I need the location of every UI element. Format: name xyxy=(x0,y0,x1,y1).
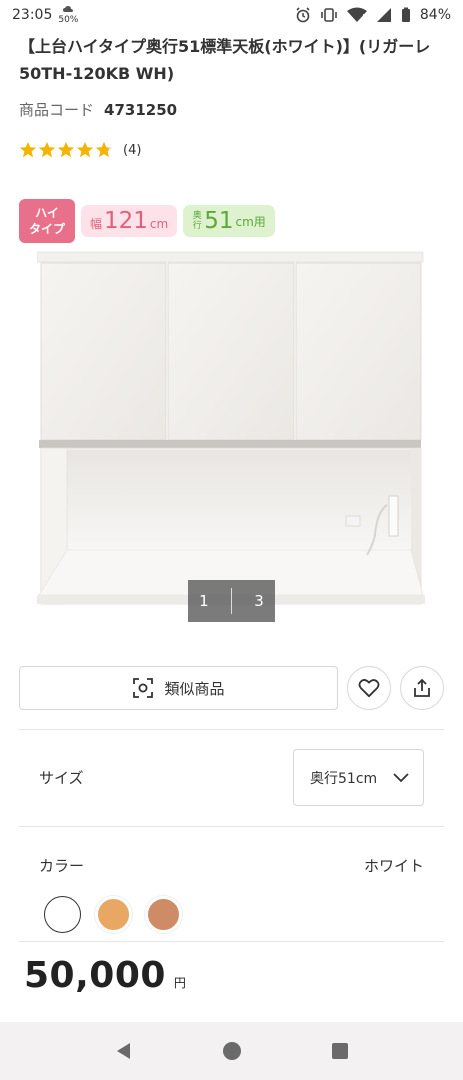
star-half-icon xyxy=(95,141,113,158)
product-code-label: 商品コード xyxy=(19,101,95,119)
divider xyxy=(19,941,444,942)
divider xyxy=(19,826,444,827)
spec-badges: ハイ タイプ 幅 121 cm 奥行 51 cm用 xyxy=(19,199,275,243)
star-icon xyxy=(19,141,37,158)
status-right: 84% xyxy=(295,7,451,23)
color-swatch-natural[interactable] xyxy=(95,896,132,933)
star-icon xyxy=(57,141,75,158)
size-select[interactable]: 奥行51cm xyxy=(293,749,424,806)
color-label: カラー xyxy=(39,857,85,875)
star-icon xyxy=(76,141,94,158)
battery-icon xyxy=(401,7,410,22)
pager-current: 1 xyxy=(199,592,209,610)
depth-badge-value: 51 xyxy=(204,208,234,234)
signal-icon xyxy=(376,8,391,22)
width-badge-value: 121 xyxy=(104,208,148,234)
color-swatch-brown[interactable] xyxy=(145,896,182,933)
badge-type-line1: ハイ xyxy=(35,206,59,220)
pager-total: 3 xyxy=(254,592,264,610)
share-icon xyxy=(414,678,430,697)
status-time: 23:05 xyxy=(12,7,53,23)
color-swatch-white[interactable] xyxy=(44,896,81,933)
cloud-icon xyxy=(63,5,74,12)
back-icon[interactable] xyxy=(114,1041,134,1061)
vibrate-icon xyxy=(321,8,337,22)
product-image[interactable] xyxy=(37,250,425,608)
depth-badge-label: 奥行 xyxy=(192,211,202,231)
product-title: 【上台ハイタイプ奥行51標準天板(ホワイト)】(リガーレ50TH-120KB W… xyxy=(19,37,431,83)
price-value: 50,000 xyxy=(24,955,166,996)
high-type-badge: ハイ タイプ xyxy=(19,199,75,243)
similar-products-label: 類似商品 xyxy=(164,679,225,698)
heart-icon xyxy=(358,679,380,698)
divider xyxy=(19,729,444,730)
price: 50,000 円 xyxy=(24,955,186,996)
badge-type-line2: タイプ xyxy=(28,222,65,236)
status-left: 23:05 50% xyxy=(12,5,79,25)
width-badge-unit: cm xyxy=(149,217,169,231)
status-bar: 23:05 50% 84% xyxy=(0,0,463,30)
depth-badge: 奥行 51 cm用 xyxy=(183,205,275,237)
size-label: サイズ xyxy=(39,769,84,787)
alarm-icon xyxy=(296,7,310,23)
price-currency: 円 xyxy=(173,976,186,990)
width-badge-label: 幅 xyxy=(90,217,103,231)
system-nav-bar xyxy=(0,1022,463,1080)
similar-products-button[interactable]: 類似商品 xyxy=(19,666,338,710)
product-code-value: 4731250 xyxy=(104,101,178,119)
share-button[interactable] xyxy=(400,666,444,710)
star-icon xyxy=(38,141,56,158)
pager-separator xyxy=(230,588,232,614)
image-search-icon xyxy=(133,678,154,698)
battery-saver-label: 50% xyxy=(58,14,79,25)
recents-icon[interactable] xyxy=(331,1042,349,1060)
review-count[interactable]: (4) xyxy=(123,143,141,158)
color-value: ホワイト xyxy=(363,857,424,875)
star-rating xyxy=(19,141,113,159)
favorite-button[interactable] xyxy=(347,666,391,710)
battery-saver-indicator: 50% xyxy=(58,5,79,25)
battery-percent: 84% xyxy=(419,7,451,23)
depth-badge-unit: cm用 xyxy=(235,214,266,229)
size-select-value: 奥行51cm xyxy=(310,770,378,787)
rating-row[interactable]: (4) xyxy=(19,141,141,159)
chevron-down-icon xyxy=(393,772,409,782)
home-icon[interactable] xyxy=(222,1041,242,1061)
product-code-row: 商品コード 4731250 xyxy=(19,99,177,120)
gallery-pager[interactable]: 1 3 xyxy=(188,580,275,622)
wifi-icon xyxy=(346,7,367,22)
width-badge: 幅 121 cm xyxy=(81,205,178,237)
